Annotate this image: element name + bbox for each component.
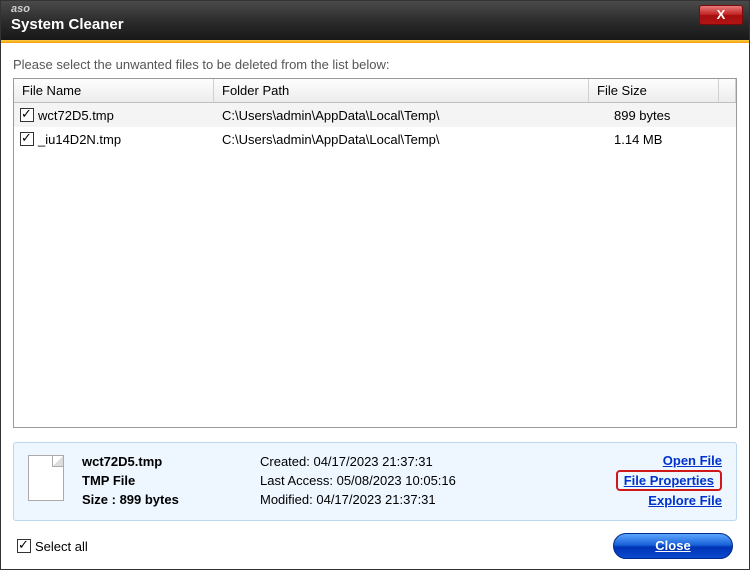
open-file-link[interactable]: Open File (663, 453, 722, 468)
system-cleaner-window: aso System Cleaner X Please select the u… (0, 0, 750, 570)
instruction-text: Please select the unwanted files to be d… (13, 57, 737, 72)
select-all-label: Select all (35, 539, 88, 554)
accent-bar (1, 40, 749, 43)
detail-modified: Modified: 04/17/2023 21:37:31 (260, 491, 598, 510)
titlebar: aso System Cleaner X (1, 1, 749, 43)
file-grid: File Name Folder Path File Size wct72D5.… (13, 78, 737, 428)
content-area: Please select the unwanted files to be d… (1, 43, 749, 569)
detail-file-size: Size : 899 bytes (82, 491, 242, 510)
row-file-size: 899 bytes (606, 104, 736, 127)
select-all-checkbox[interactable]: Select all (17, 539, 88, 554)
detail-file-name: wct72D5.tmp (82, 453, 242, 472)
file-meta: wct72D5.tmp TMP File Size : 899 bytes (82, 453, 242, 510)
header-file-size[interactable]: File Size (589, 79, 719, 102)
header-scroll-spacer (719, 79, 736, 102)
detail-created: Created: 04/17/2023 21:37:31 (260, 453, 598, 472)
row-file-size: 1.14 MB (606, 128, 736, 151)
row-folder-path: C:\Users\admin\AppData\Local\Temp\ (214, 128, 606, 151)
file-icon (28, 455, 64, 501)
row-checkbox[interactable] (20, 108, 34, 122)
file-properties-link[interactable]: File Properties (616, 470, 722, 491)
row-file-name: wct72D5.tmp (38, 108, 114, 123)
app-name-small: aso (11, 3, 124, 16)
app-name-main: System Cleaner (11, 16, 124, 33)
table-row[interactable]: _iu14D2N.tmp C:\Users\admin\AppData\Loca… (14, 127, 736, 151)
title-text: aso System Cleaner (11, 3, 124, 33)
file-times: Created: 04/17/2023 21:37:31 Last Access… (260, 453, 598, 510)
table-row[interactable]: wct72D5.tmp C:\Users\admin\AppData\Local… (14, 103, 736, 127)
file-details-panel: wct72D5.tmp TMP File Size : 899 bytes Cr… (13, 442, 737, 521)
explore-file-link[interactable]: Explore File (648, 493, 722, 508)
close-button-label: Close (655, 538, 690, 553)
grid-header: File Name Folder Path File Size (14, 79, 736, 103)
select-all-box[interactable] (17, 539, 31, 553)
header-folder-path[interactable]: Folder Path (214, 79, 589, 102)
footer: Select all Close (13, 533, 737, 559)
row-file-name: _iu14D2N.tmp (38, 132, 121, 147)
row-checkbox[interactable] (20, 132, 34, 146)
file-action-links: Open File File Properties Explore File (616, 453, 722, 508)
detail-file-type: TMP File (82, 472, 242, 491)
close-button[interactable]: Close (613, 533, 733, 559)
window-close-button[interactable]: X (699, 5, 743, 25)
grid-body[interactable]: wct72D5.tmp C:\Users\admin\AppData\Local… (14, 103, 736, 427)
row-folder-path: C:\Users\admin\AppData\Local\Temp\ (214, 104, 606, 127)
detail-last-access: Last Access: 05/08/2023 10:05:16 (260, 472, 598, 491)
header-file-name[interactable]: File Name (14, 79, 214, 102)
